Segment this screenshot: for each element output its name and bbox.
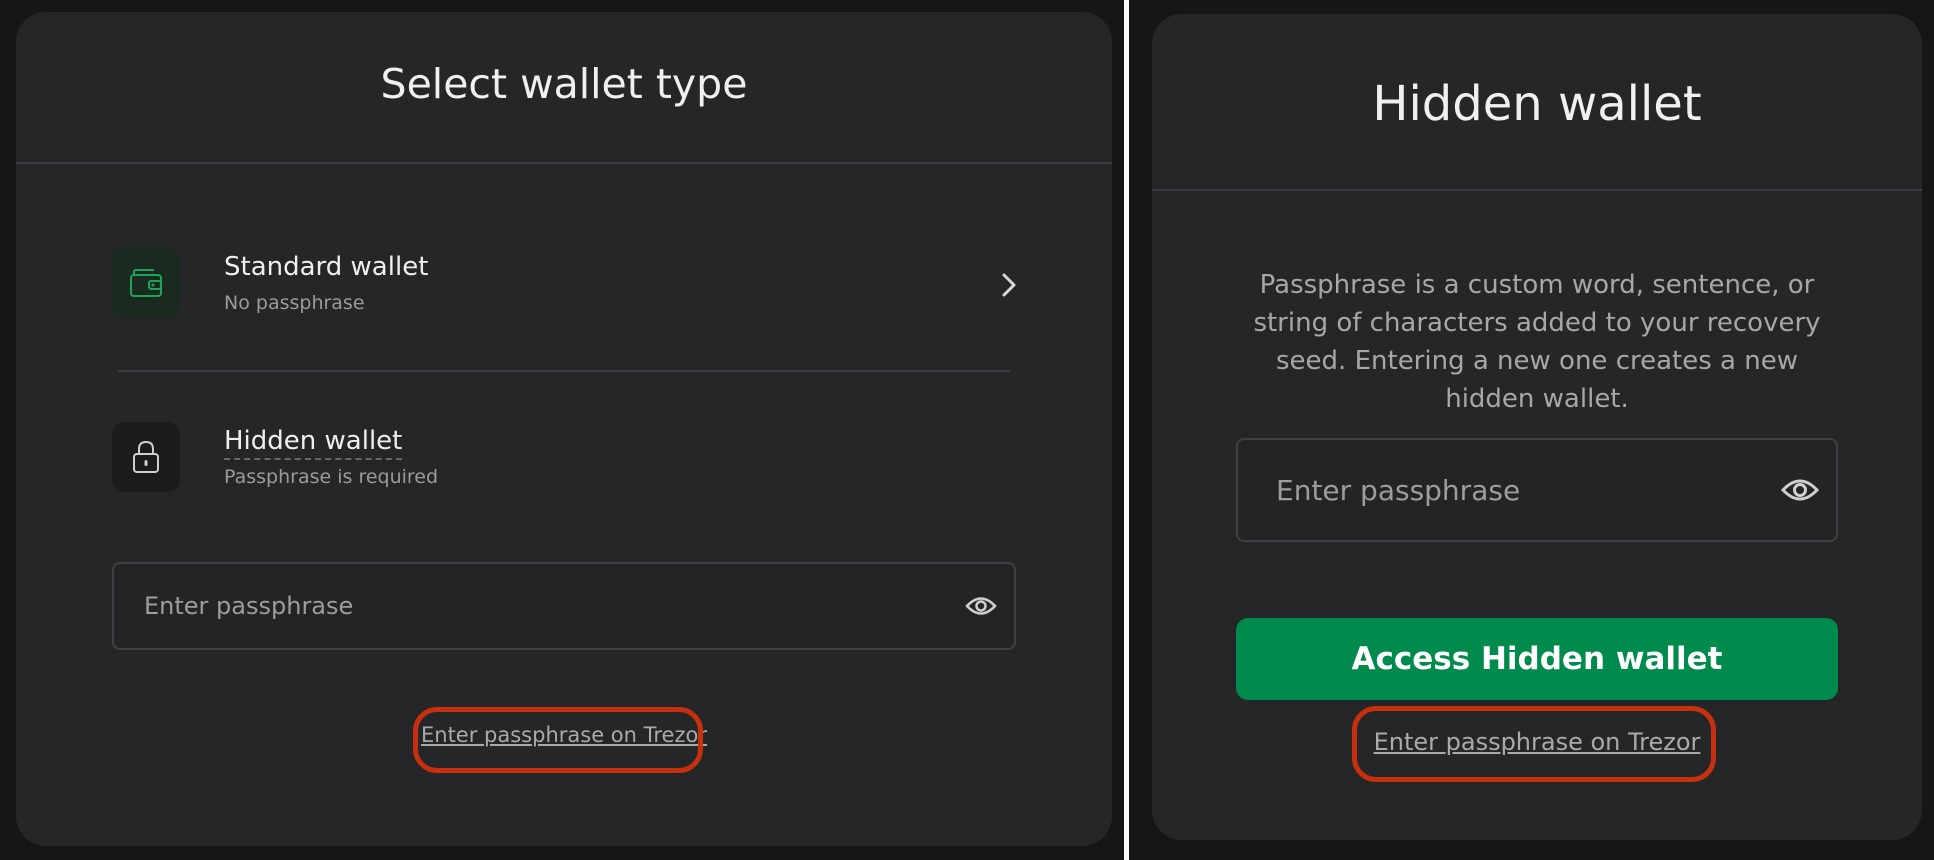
eye-icon[interactable] — [964, 589, 998, 623]
modal-title: Hidden wallet — [1372, 76, 1702, 132]
standard-wallet-name: Standard wallet — [224, 252, 429, 282]
passphrase-description: Passphrase is a custom word, sentence, o… — [1253, 270, 1821, 414]
lock-icon — [112, 422, 180, 492]
passphrase-input[interactable] — [1238, 440, 1836, 540]
hidden-wallet-name: Hidden wallet — [224, 426, 403, 460]
passphrase-input[interactable] — [114, 564, 1014, 648]
header-divider — [16, 162, 1112, 164]
hidden-wallet-modal: Hidden wallet Passphrase is a custom wor… — [1152, 14, 1922, 840]
passphrase-field — [112, 562, 1016, 650]
standard-wallet-option[interactable]: Standard wallet No passphrase — [112, 248, 1024, 322]
option-divider — [118, 370, 1010, 372]
eye-icon[interactable] — [1780, 470, 1820, 510]
standard-wallet-subtitle: No passphrase — [224, 292, 365, 314]
enter-on-trezor-link[interactable]: Enter passphrase on Trezor — [1152, 728, 1922, 756]
wallet-icon — [112, 248, 180, 318]
access-hidden-wallet-button[interactable]: Access Hidden wallet — [1236, 618, 1838, 700]
hidden-wallet-option[interactable]: Hidden wallet Passphrase is required — [112, 422, 1024, 496]
header-divider — [1152, 189, 1922, 191]
screenshot-stage: Select wallet type Standard wallet No pa… — [0, 0, 1934, 860]
select-wallet-type-modal: Select wallet type Standard wallet No pa… — [16, 12, 1112, 846]
image-divider — [1124, 0, 1129, 860]
enter-on-trezor-link[interactable]: Enter passphrase on Trezor — [16, 723, 1112, 747]
hidden-wallet-subtitle: Passphrase is required — [224, 466, 439, 488]
hidden-wallet-name-text: Hidden wallet — [224, 426, 403, 460]
passphrase-field — [1236, 438, 1838, 542]
modal-title: Select wallet type — [380, 60, 748, 108]
chevron-right-icon — [994, 270, 1024, 300]
